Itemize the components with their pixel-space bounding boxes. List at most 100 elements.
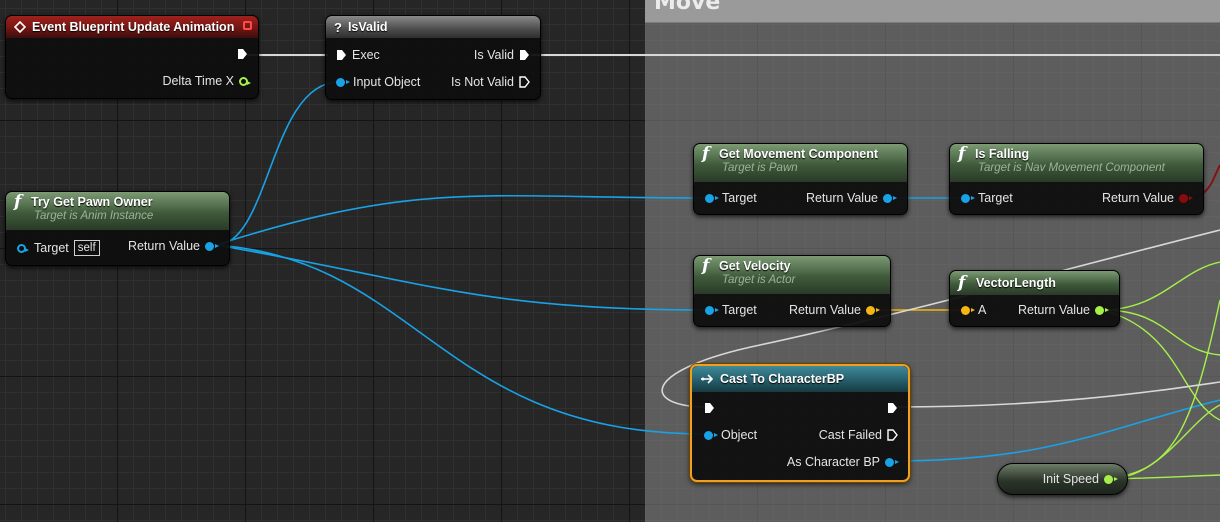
pin-label: Exec [352, 48, 380, 62]
pin-label: A [978, 303, 987, 317]
node-title: Cast To CharacterBP [720, 372, 845, 386]
pin-label: Target [722, 303, 757, 317]
cast-failed-pin[interactable]: Cast Failed [819, 428, 898, 442]
return-value-pin[interactable]: Return Value [805, 191, 897, 205]
function-icon: f [702, 256, 710, 276]
object-pin-icon [705, 305, 719, 315]
node-title: Get Movement Component [719, 147, 879, 161]
object-pin[interactable]: Object [704, 428, 757, 442]
node-header: f Is Falling Target is Nav Movement Comp… [950, 144, 1203, 182]
node-header: Event Blueprint Update Animation [6, 16, 258, 38]
node-header: f VectorLength [950, 271, 1119, 295]
float-pin-icon [1095, 305, 1109, 315]
pin-label: Cast Failed [818, 428, 882, 442]
input-object-pin[interactable]: Input Object [336, 75, 420, 89]
a-pin[interactable]: A [961, 303, 986, 317]
node-header: Cast To CharacterBP [692, 366, 908, 392]
vector-pin-icon [866, 305, 880, 315]
return-value-pin[interactable]: Return Value [1017, 303, 1109, 317]
init-speed-variable-node[interactable]: Init Speed [997, 463, 1128, 495]
pin-label: Is Not Valid [451, 75, 514, 89]
return-value-pin[interactable]: Return Value [1101, 191, 1193, 205]
float-pin-icon [239, 76, 251, 86]
try-get-pawn-owner-node[interactable]: f Try Get Pawn Owner Target is Anim Inst… [5, 191, 230, 266]
pin-label: Target [722, 191, 757, 205]
pin-label: Target [978, 191, 1013, 205]
node-header: f Get Velocity Target is Actor [694, 256, 890, 294]
variable-label: Init Speed [1042, 472, 1099, 486]
node-header: f Try Get Pawn Owner Target is Anim Inst… [6, 192, 229, 230]
object-pin-icon [205, 241, 219, 251]
exec-in-pin[interactable] [704, 402, 715, 414]
pin-label: Return Value [788, 303, 861, 317]
get-movement-component-node[interactable]: f Get Movement Component Target is Pawn … [693, 143, 908, 215]
vector-pin-icon [961, 305, 975, 315]
node-title: Event Blueprint Update Animation [32, 20, 235, 34]
object-wire-to-isvalid [215, 81, 340, 246]
init-speed-pin[interactable]: Init Speed [1042, 472, 1118, 486]
target-pin[interactable]: Target [961, 191, 1013, 205]
return-value-pin[interactable]: Return Value [788, 303, 880, 317]
event-update-animation-node[interactable]: Event Blueprint Update Animation Delta T… [5, 15, 259, 99]
is-falling-node[interactable]: f Is Falling Target is Nav Movement Comp… [949, 143, 1204, 215]
object-wire-to-movement [215, 194, 706, 246]
pin-label: Return Value [1017, 303, 1090, 317]
event-delegate-icon[interactable] [243, 21, 252, 30]
function-icon: f [702, 144, 710, 164]
object-pin-icon [336, 77, 350, 87]
exec-in-pin[interactable]: Exec [336, 48, 380, 62]
object-pin-icon [705, 193, 719, 203]
exec-pin-icon [888, 403, 897, 413]
node-title: Get Velocity [719, 259, 791, 273]
function-icon: f [958, 144, 966, 164]
target-pin[interactable]: Target [705, 303, 757, 317]
object-pin-icon [704, 430, 718, 440]
bool-pin-icon [1179, 193, 1193, 203]
return-value-pin[interactable]: Return Value [128, 239, 219, 253]
target-pin[interactable]: Target self [17, 240, 100, 256]
node-title: Is Falling [975, 147, 1030, 161]
target-pin[interactable]: Target [705, 191, 757, 205]
object-pin-icon [961, 193, 975, 203]
isvalid-node[interactable]: ? IsValid Exec Input Object Is Valid Is … [325, 15, 541, 100]
exec-pin-icon [238, 49, 247, 59]
exec-out-pin[interactable] [887, 402, 898, 414]
object-pin-icon [17, 243, 29, 253]
as-character-bp-pin[interactable]: As Character BP [786, 455, 899, 469]
pin-label: Object [721, 428, 758, 442]
function-icon: f [14, 192, 22, 212]
get-velocity-node[interactable]: f Get Velocity Target is Actor Target Re… [693, 255, 891, 327]
exec-pin-icon [520, 50, 529, 60]
pin-label: Delta Time X [162, 74, 234, 88]
node-header: f Get Movement Component Target is Pawn [694, 144, 907, 182]
object-pin-icon [883, 193, 897, 203]
self-default-value[interactable]: self [73, 240, 100, 256]
exec-pin-icon-hollow [887, 429, 898, 441]
object-pin-icon [885, 457, 899, 467]
is-valid-pin[interactable]: Is Valid [474, 48, 530, 62]
node-subtitle: Target is Pawn [722, 162, 798, 174]
pin-label: Return Value [805, 191, 878, 205]
node-subtitle: Target is Nav Movement Component [978, 162, 1165, 174]
vector-length-node[interactable]: f VectorLength A Return Value [949, 270, 1120, 327]
pin-label: As Character BP [786, 455, 880, 469]
node-title: IsValid [347, 20, 388, 34]
object-wire-to-cast [215, 244, 706, 435]
function-icon: f [958, 273, 966, 293]
is-not-valid-pin[interactable]: Is Not Valid [451, 75, 530, 89]
exec-wire-cast-out [892, 381, 1220, 408]
pin-label: Input Object [353, 75, 421, 89]
pin-label: Return Value [1101, 191, 1174, 205]
blueprint-graph-canvas[interactable]: Move Event Blueprint Update Animation De… [0, 0, 1220, 522]
pin-label: Target [34, 241, 69, 255]
pin-label: Is Valid [473, 48, 514, 62]
exec-pin-icon [705, 403, 714, 413]
delta-time-pin[interactable]: Delta Time X [162, 74, 251, 88]
node-subtitle: Target is Anim Instance [34, 210, 154, 222]
exec-out-pin[interactable] [237, 48, 248, 60]
cast-arrow-icon [701, 374, 714, 384]
node-title: VectorLength [976, 276, 1056, 290]
exec-pin-icon [337, 50, 346, 60]
exec-pin-icon-hollow [519, 76, 530, 88]
cast-to-characterbp-node[interactable]: Cast To CharacterBP Object Cast Failed A… [690, 364, 910, 482]
